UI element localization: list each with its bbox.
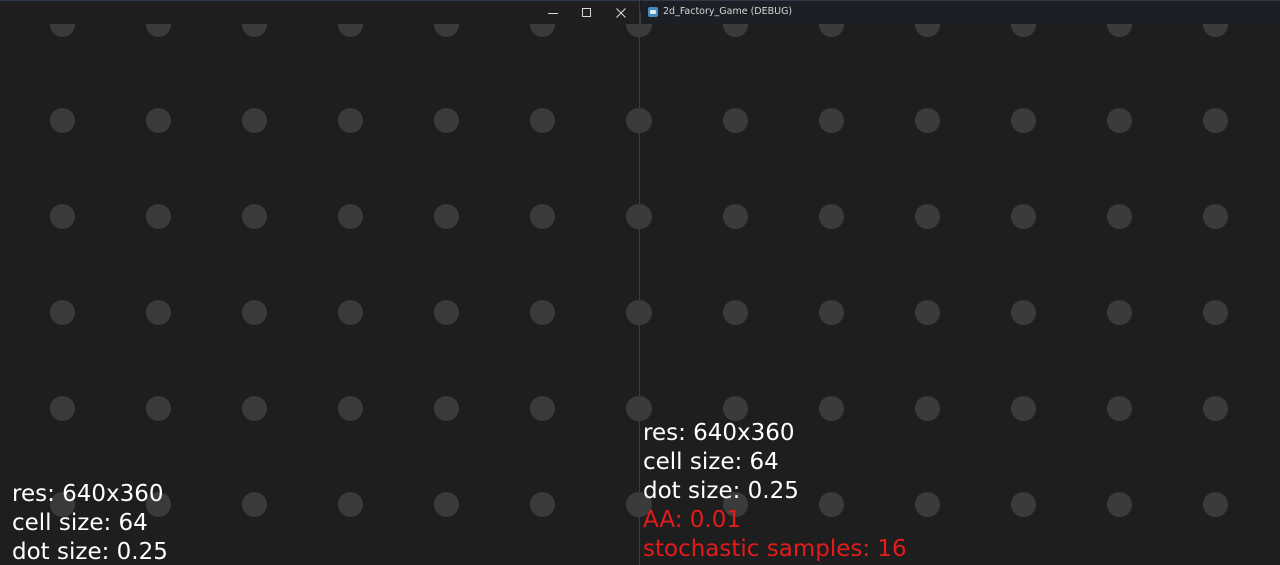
screen: res: 640x360 cell size: 64 dot size: 0.2… — [0, 0, 1280, 565]
grid-dot — [1202, 107, 1228, 133]
grid-dot — [1202, 203, 1228, 229]
grid-dot — [49, 395, 75, 421]
grid-dot — [1106, 491, 1132, 517]
stochastic-samples-label: stochastic samples: 16 — [643, 536, 907, 562]
cell-size-label: cell size: 64 — [12, 510, 148, 536]
cell-size-label: cell size: 64 — [643, 449, 779, 475]
grid-dot — [529, 107, 555, 133]
grid-dot — [640, 395, 652, 421]
window-title: 2d_Factory_Game (DEBUG) — [663, 6, 793, 17]
grid-dot — [1010, 107, 1036, 133]
grid-dot — [625, 299, 640, 325]
grid-dot — [433, 299, 459, 325]
grid-dot — [1202, 491, 1228, 517]
grid-dot — [145, 107, 171, 133]
debug-overlay-right: res: 640x360 cell size: 64 dot size: 0.2… — [643, 419, 907, 564]
grid-dot — [337, 203, 363, 229]
grid-dot — [625, 203, 640, 229]
grid-dot — [914, 203, 940, 229]
res-label: res: 640x360 — [12, 481, 164, 507]
grid-dot — [145, 395, 171, 421]
grid-dot — [722, 395, 748, 421]
maximize-button[interactable] — [570, 2, 604, 24]
grid-dot — [433, 107, 459, 133]
grid-dot — [433, 491, 459, 517]
grid-dot — [1106, 107, 1132, 133]
grid-dot — [49, 107, 75, 133]
minimize-icon — [548, 8, 558, 18]
grid-dot — [241, 203, 267, 229]
grid-dot — [722, 203, 748, 229]
grid-dot — [529, 491, 555, 517]
grid-dot — [914, 395, 940, 421]
grid-dot — [49, 299, 75, 325]
grid-dot — [722, 107, 748, 133]
aa-label: AA: 0.01 — [643, 507, 741, 533]
grid-dot — [640, 107, 652, 133]
grid-dot — [145, 299, 171, 325]
grid-dot — [625, 395, 640, 421]
grid-dot — [1202, 395, 1228, 421]
grid-dot — [625, 491, 640, 517]
grid-dot — [1106, 395, 1132, 421]
right-game-view: res: 640x360 cell size: 64 dot size: 0.2… — [640, 0, 1280, 565]
grid-dot — [818, 203, 844, 229]
grid-dot — [914, 299, 940, 325]
grid-dot — [1106, 299, 1132, 325]
grid-dot — [1010, 395, 1036, 421]
close-button[interactable] — [604, 2, 638, 24]
grid-dot — [1010, 491, 1036, 517]
debug-overlay-left: res: 640x360 cell size: 64 dot size: 0.2… — [12, 480, 168, 565]
left-game-view: res: 640x360 cell size: 64 dot size: 0.2… — [0, 0, 640, 565]
right-window-titlebar[interactable]: 2d_Factory_Game (DEBUG) — [641, 0, 1280, 24]
grid-dot — [640, 299, 652, 325]
dot-size-label: dot size: 0.25 — [12, 539, 168, 565]
dot-size-label: dot size: 0.25 — [643, 478, 799, 504]
close-icon — [616, 8, 626, 18]
grid-dot — [1106, 203, 1132, 229]
res-label: res: 640x360 — [643, 420, 795, 446]
godot-app-icon — [648, 7, 658, 17]
grid-dot — [818, 107, 844, 133]
grid-dot — [529, 395, 555, 421]
grid-dot — [529, 299, 555, 325]
grid-dot — [337, 395, 363, 421]
grid-dot — [337, 107, 363, 133]
grid-dot — [1202, 299, 1228, 325]
grid-dot — [49, 203, 75, 229]
grid-dot — [241, 491, 267, 517]
grid-dot — [145, 203, 171, 229]
grid-dot — [818, 395, 844, 421]
maximize-icon — [582, 8, 592, 18]
grid-dot — [433, 395, 459, 421]
grid-dot — [241, 299, 267, 325]
grid-dot — [241, 395, 267, 421]
grid-dot — [914, 107, 940, 133]
grid-dot — [914, 491, 940, 517]
grid-dot — [529, 203, 555, 229]
left-window-titlebar[interactable] — [0, 0, 639, 24]
grid-dot — [818, 299, 844, 325]
grid-dot — [1010, 203, 1036, 229]
grid-dot — [241, 107, 267, 133]
grid-dot — [722, 299, 748, 325]
grid-dot — [640, 203, 652, 229]
grid-dot — [433, 203, 459, 229]
minimize-button[interactable] — [536, 2, 570, 24]
grid-dot — [1010, 299, 1036, 325]
grid-dot — [337, 299, 363, 325]
grid-dot — [625, 107, 640, 133]
grid-dot — [337, 491, 363, 517]
